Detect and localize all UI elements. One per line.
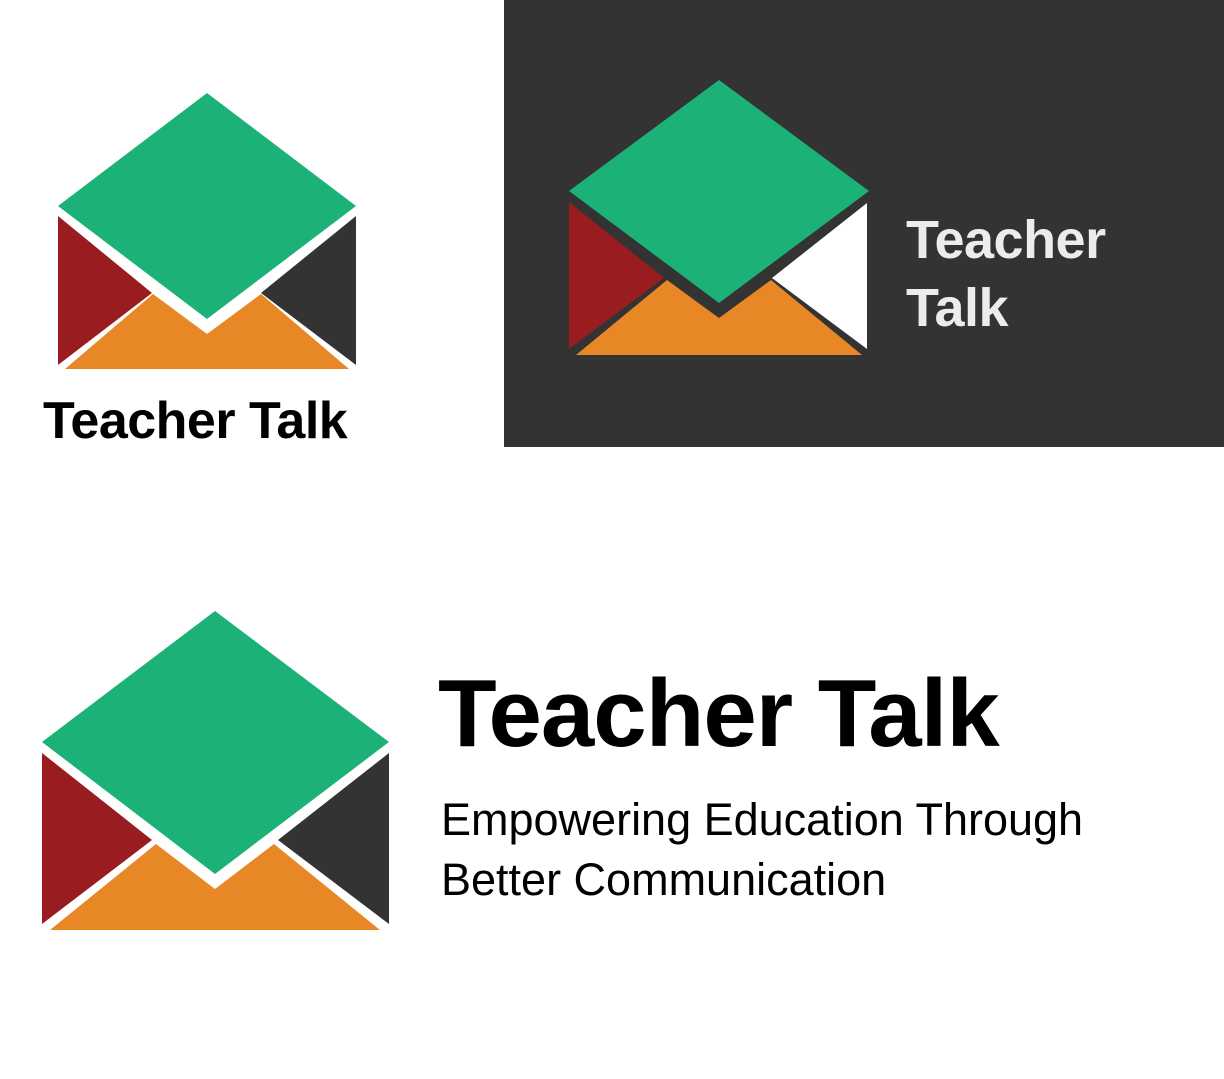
tagline-line2: Better Communication xyxy=(441,854,887,905)
tagline-line1: Empowering Education Through xyxy=(441,794,1084,845)
envelope-logo-icon xyxy=(42,611,389,930)
brand-name: Teacher Talk xyxy=(43,392,348,450)
brand-name-line2: Talk xyxy=(906,278,1009,338)
envelope-logo-icon xyxy=(58,93,356,369)
tagline: Empowering Education Through Better Comm… xyxy=(441,790,1083,910)
brand-name-large: Teacher Talk xyxy=(438,660,1000,767)
brand-name-line1: Teacher xyxy=(906,210,1106,270)
brand-name-stacked: Teacher Talk xyxy=(906,206,1106,342)
envelope-logo-icon xyxy=(569,80,869,355)
